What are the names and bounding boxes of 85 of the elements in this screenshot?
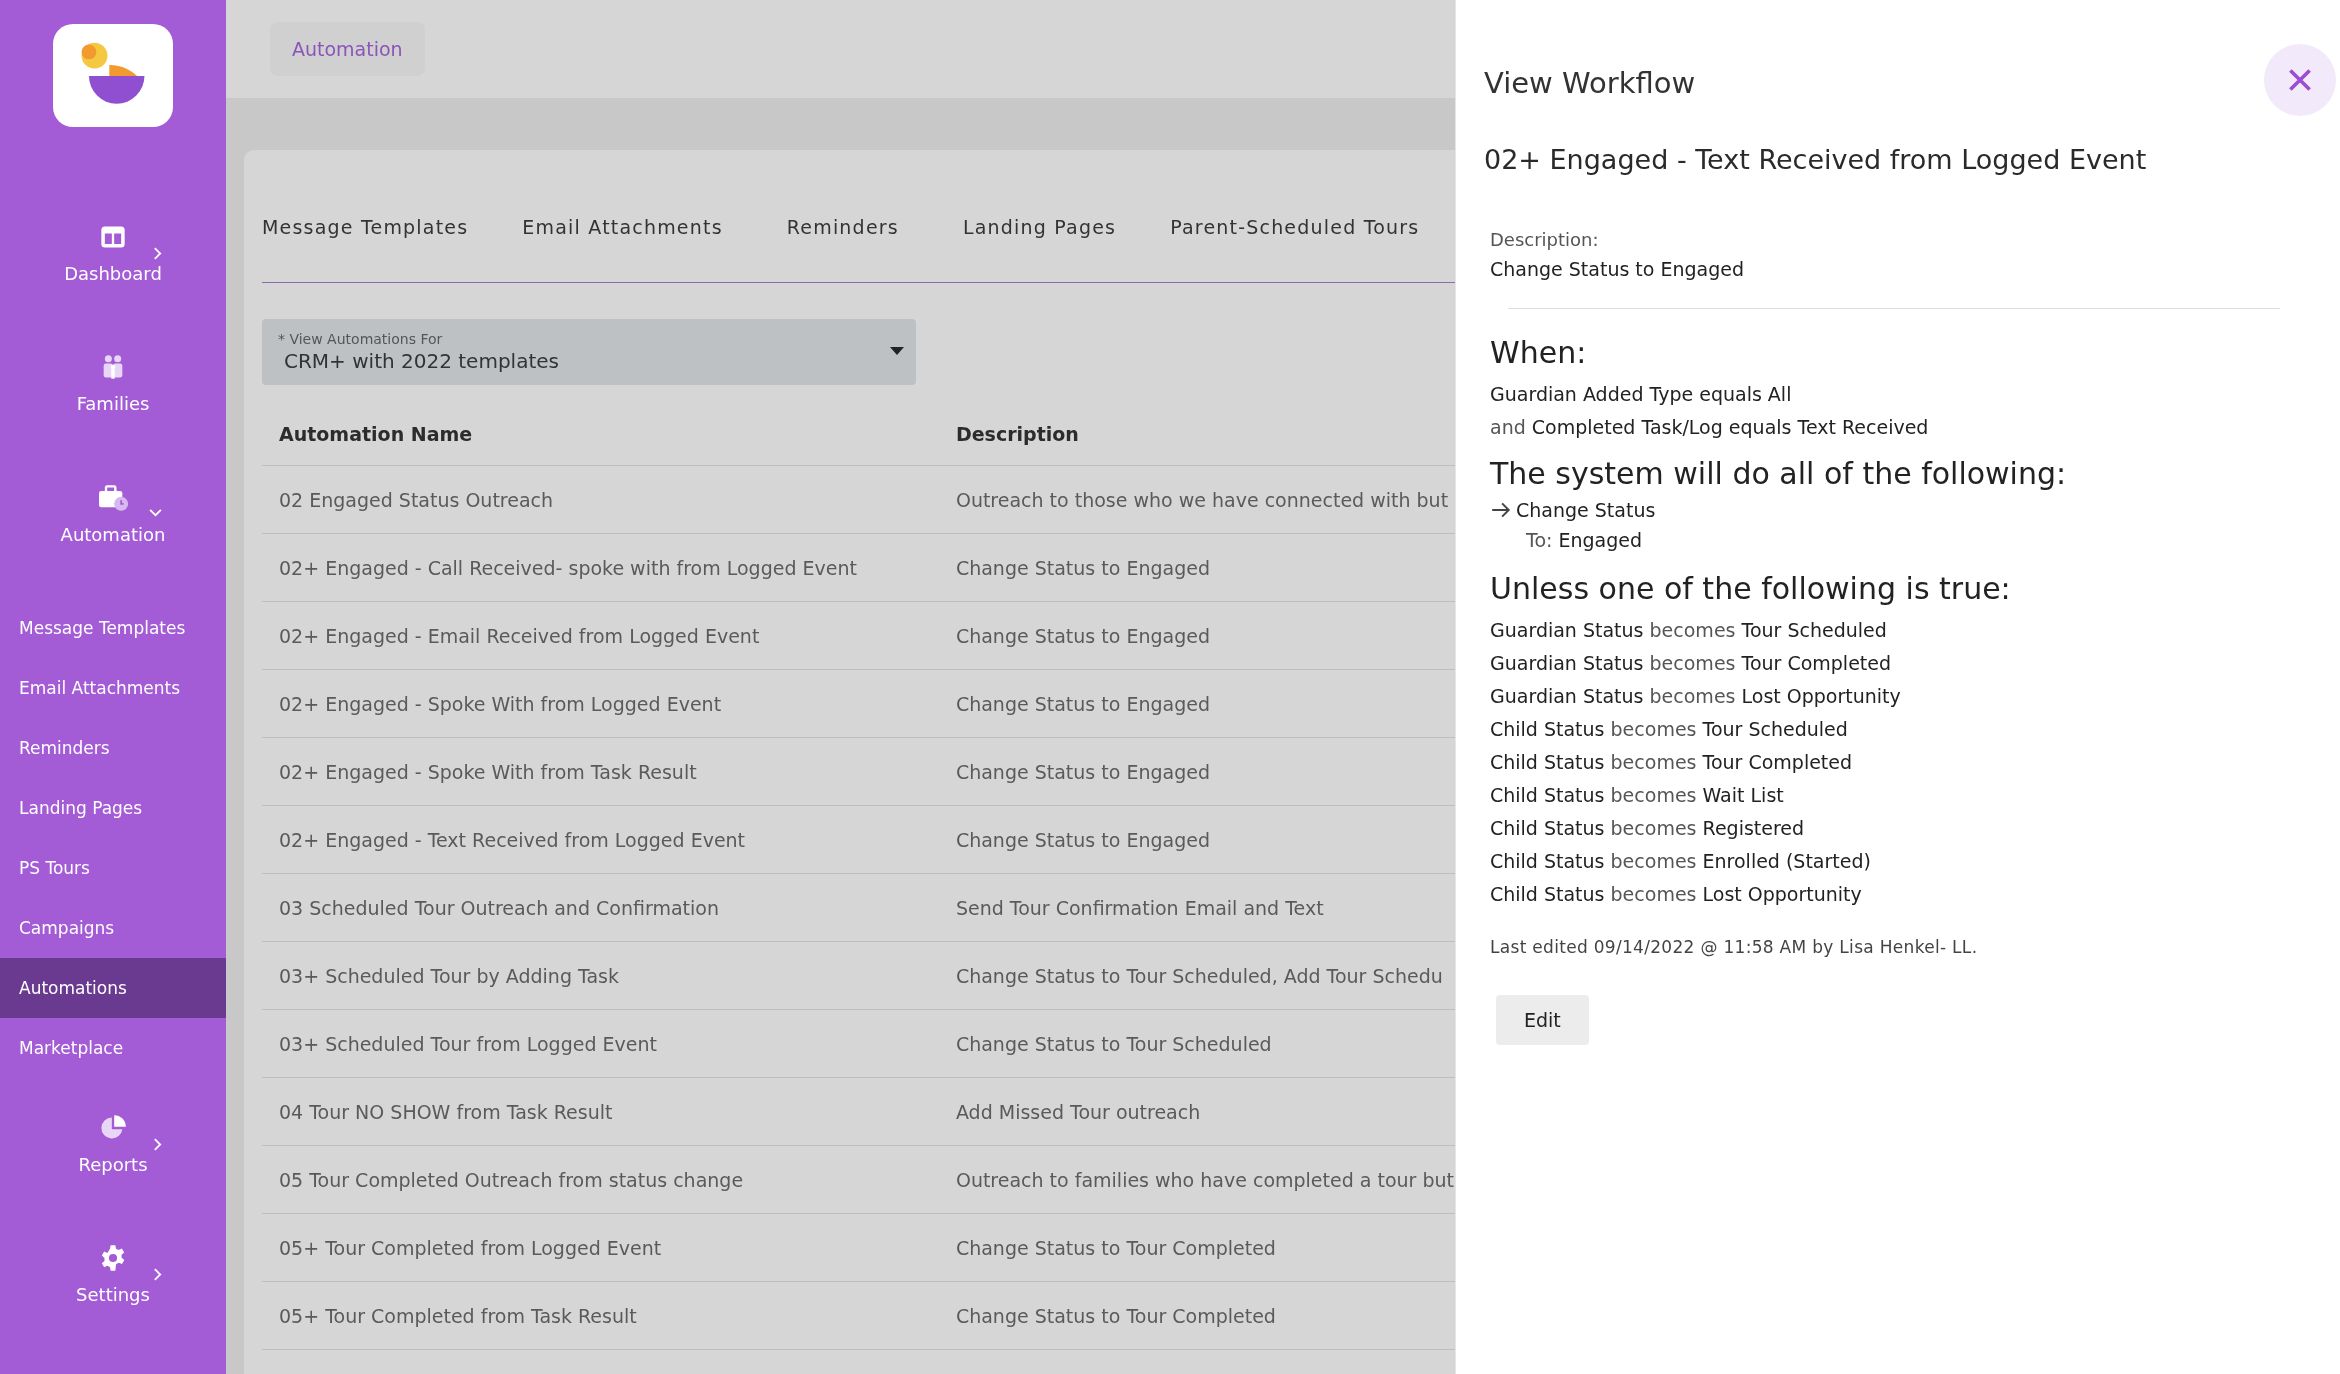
status-value: Wait List: [1702, 784, 1784, 806]
table-cell: 05 Tour Completed Outreach from status change: [262, 1145, 956, 1214]
nav-item[interactable]: Dashboard: [0, 223, 226, 310]
app-logo[interactable]: [53, 24, 173, 128]
description-text: Change Status to Engaged: [1490, 258, 1745, 280]
section-heading: The system will do all of the following:: [1490, 456, 2067, 491]
table-cell: 02+ Engaged - Spoke With from Logged Event: [262, 669, 956, 738]
status-value: Tour Scheduled: [1702, 718, 1848, 740]
action-value: Engaged: [1558, 529, 1642, 551]
field-name: Child Status: [1490, 850, 1605, 872]
tab[interactable]: Landing Pages: [962, 216, 1117, 238]
settings-icon: [99, 1243, 127, 1272]
tab[interactable]: Parent-Scheduled Tours: [1170, 216, 1420, 238]
tab[interactable]: Message Templates: [262, 216, 469, 238]
action-name: Change Status: [1516, 499, 1656, 521]
status-value: Tour Completed: [1741, 652, 1892, 674]
workflow-name: 02+ Engaged - Text Received from Logged Event: [1484, 144, 2147, 175]
description-label: Description:: [1490, 229, 1599, 250]
operator-text: becomes: [1649, 685, 1736, 707]
nav-item[interactable]: Reports: [0, 1113, 226, 1200]
sidebar-item[interactable]: Automations: [0, 957, 226, 1018]
table-cell: 03 Scheduled Tour Outreach and Confirmation: [262, 873, 956, 942]
sidebar-item[interactable]: Message Templates: [0, 597, 226, 658]
last-edited-text: Last edited 09/14/2022 @ 11:58 AM by Lisa Henkel- LL.: [1490, 937, 1978, 957]
sidebar-item[interactable]: PS Tours: [0, 837, 226, 898]
edit-button[interactable]: Edit: [1496, 995, 1589, 1045]
status-value: Registered: [1702, 817, 1805, 839]
operator-text: becomes: [1649, 619, 1736, 641]
breadcrumb[interactable]: Automation: [270, 22, 425, 76]
chevron-right-icon: [153, 1267, 162, 1281]
table-cell: 03+ Scheduled Tour by Adding Task: [262, 941, 956, 1010]
table-cell: 02+ Engaged - Text Received from Logged Event: [262, 805, 956, 874]
chevron-right-icon: [153, 1137, 162, 1151]
sidebar-item[interactable]: Campaigns: [0, 897, 226, 958]
operator-text: becomes: [1610, 850, 1697, 872]
status-value: Lost Opportunity: [1741, 685, 1901, 707]
table-cell: 04 Tour NO SHOW from Task Result: [262, 1077, 956, 1146]
tab[interactable]: Reminders: [786, 216, 899, 238]
table-cell: 03+ Scheduled Tour from Logged Event: [262, 1009, 956, 1078]
operator-text: becomes: [1649, 652, 1736, 674]
tab[interactable]: Email Attachments: [522, 216, 723, 238]
condition-text: Completed Task/Log equals Text Received: [1531, 416, 1929, 438]
operator-text: becomes: [1610, 883, 1697, 905]
section-heading: Unless one of the following is true:: [1490, 571, 2011, 606]
table-cell: 02+ Engaged - Call Received- spoke with from Logged Event: [262, 533, 956, 602]
operator-text: becomes: [1610, 784, 1697, 806]
operator-text: becomes: [1610, 751, 1697, 773]
caret-icon: [890, 347, 904, 355]
sidebar-item[interactable]: Email Attachments: [0, 657, 226, 718]
automation-filter-dropdown[interactable]: * View Automations For CRM+ with 2022 templates: [262, 319, 916, 385]
operator-text: becomes: [1610, 817, 1697, 839]
status-value: Tour Completed: [1702, 751, 1853, 773]
field-name: Child Status: [1490, 883, 1605, 905]
chevron-down-icon: [149, 507, 162, 517]
table-cell: 05+ Tour Completed from Logged Event: [262, 1213, 956, 1282]
nav-item[interactable]: Automation: [0, 483, 226, 570]
nav-item[interactable]: Families: [0, 353, 226, 440]
field-name: Guardian Status: [1490, 652, 1644, 674]
table-cell: 02+ Engaged - Email Received from Logged Event: [262, 601, 956, 670]
nav-item[interactable]: Settings: [0, 1243, 226, 1330]
status-value: Enrolled (Started): [1702, 850, 1871, 872]
operator-text: becomes: [1610, 718, 1697, 740]
close-icon: [2288, 68, 2312, 92]
sidebar-item[interactable]: Marketplace: [0, 1017, 226, 1078]
table-cell: 02 Engaged Status Outreach: [262, 465, 956, 534]
table-cell: 02+ Engaged - Spoke With from Task Result: [262, 737, 956, 806]
field-name: Child Status: [1490, 817, 1605, 839]
status-value: Lost Opportunity: [1702, 883, 1862, 905]
field-name: Child Status: [1490, 784, 1605, 806]
conjunction-text: and: [1490, 416, 1526, 438]
status-value: Tour Scheduled: [1741, 619, 1887, 641]
column-header: Automation Name: [262, 403, 956, 466]
to-label: To:: [1526, 529, 1553, 551]
sidebar-item[interactable]: Landing Pages: [0, 777, 226, 838]
field-name: Child Status: [1490, 751, 1605, 773]
section-heading: When:: [1490, 335, 1587, 370]
field-name: Guardian Status: [1490, 619, 1644, 641]
sidebar-item[interactable]: Reminders: [0, 717, 226, 778]
chevron-right-icon: [153, 247, 162, 261]
field-name: Guardian Status: [1490, 685, 1644, 707]
condition-text: Guardian Added Type equals All: [1490, 383, 1792, 405]
table-cell: 05+ Tour Completed from Task Result: [262, 1281, 956, 1350]
briefcase-clock-icon: [96, 483, 130, 512]
panel-title: View Workflow: [1484, 66, 1696, 100]
field-name: Child Status: [1490, 718, 1605, 740]
